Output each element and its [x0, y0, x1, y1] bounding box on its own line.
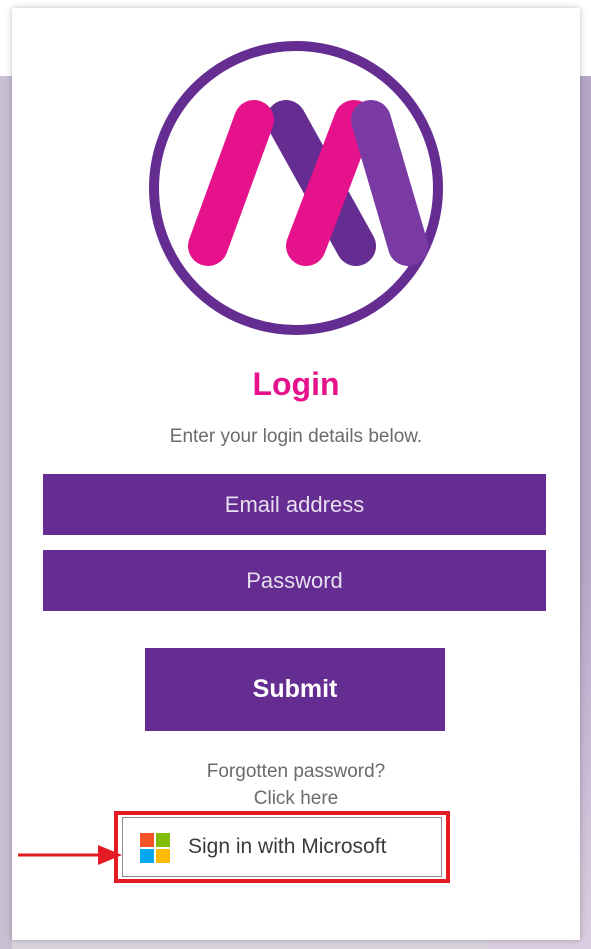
password-field[interactable] — [43, 550, 546, 611]
microsoft-signin-label: Sign in with Microsoft — [188, 835, 387, 858]
forgot-password-line1: Forgotten password? — [206, 761, 386, 782]
microsoft-signin-button[interactable]: Sign in with Microsoft — [122, 817, 442, 877]
email-field[interactable] — [43, 474, 546, 535]
brand-logo-icon — [149, 41, 443, 335]
forgot-password-line2: Click here — [253, 788, 339, 809]
login-modal: Login Enter your login details below. Su… — [12, 8, 580, 940]
background-left-panel — [0, 76, 12, 949]
microsoft-logo-icon — [140, 833, 170, 863]
page-title: Login — [252, 366, 340, 402]
submit-button[interactable]: Submit — [145, 648, 445, 731]
login-instructions: Enter your login details below. — [169, 426, 423, 447]
red-arrow-icon — [18, 845, 122, 865]
forgot-password-link[interactable]: Forgotten password? Click here — [12, 758, 580, 812]
